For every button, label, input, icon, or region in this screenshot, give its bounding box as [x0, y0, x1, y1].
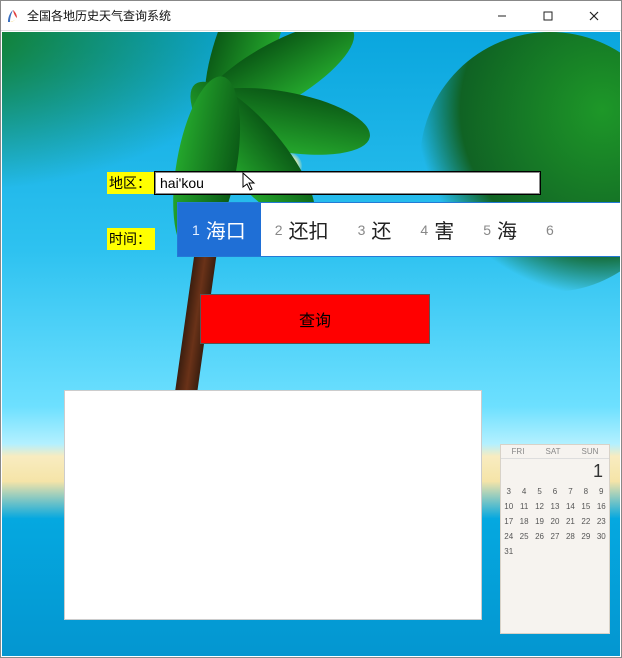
- ime-candidate-text: 海: [497, 215, 517, 244]
- calendar-dayheader: SAT: [546, 447, 561, 456]
- ime-candidate[interactable]: 5海: [469, 203, 532, 256]
- ime-candidate[interactable]: 6: [532, 203, 575, 256]
- titlebar[interactable]: 全国各地历史天气查询系统: [1, 1, 621, 31]
- calendar-bigday: 1: [501, 459, 609, 484]
- region-label: 地区：: [107, 172, 155, 194]
- region-row: 地区：: [107, 172, 540, 194]
- ime-candidate-text: 还: [371, 215, 391, 244]
- ime-candidate[interactable]: 3还: [344, 203, 407, 256]
- ime-candidate[interactable]: 1 海口: [178, 203, 261, 256]
- ime-candidate-number: 1: [192, 222, 200, 238]
- ime-candidate-bar[interactable]: 1海口2还扣3还4害5海6: [177, 202, 620, 257]
- calendar-dayheader: FRI: [512, 447, 525, 456]
- window-controls: [479, 1, 617, 31]
- time-label: 时间：: [107, 228, 155, 250]
- ime-candidate-number: 6: [546, 222, 554, 238]
- ime-candidate-text: 还扣: [289, 215, 329, 244]
- ime-candidate-text: 海口: [206, 215, 246, 244]
- ime-candidate-number: 4: [420, 222, 428, 238]
- maximize-button[interactable]: [525, 1, 571, 31]
- calendar-grid: 3456789 10111213141516 17181920212223 24…: [501, 484, 609, 559]
- query-button[interactable]: 查询: [200, 294, 430, 344]
- ime-candidate[interactable]: 4害: [406, 203, 469, 256]
- query-button-label: 查询: [299, 307, 331, 331]
- ime-candidate-text: 害: [434, 215, 454, 244]
- client-area: FRI SAT SUN 1 3456789 10111213141516 171…: [2, 32, 620, 656]
- minimize-button[interactable]: [479, 1, 525, 31]
- ime-candidate-number: 3: [358, 222, 366, 238]
- window-title: 全国各地历史天气查询系统: [27, 7, 479, 24]
- palm-fronds-decoration: [152, 42, 352, 182]
- ime-candidate-number: 5: [483, 222, 491, 238]
- app-window: 全国各地历史天气查询系统: [0, 0, 622, 658]
- app-icon: [5, 8, 21, 24]
- close-button[interactable]: [571, 1, 617, 31]
- calendar-dayheader: SUN: [582, 447, 599, 456]
- ime-candidate[interactable]: 2 还扣: [261, 203, 344, 256]
- calendar-widget: FRI SAT SUN 1 3456789 10111213141516 171…: [500, 444, 610, 634]
- region-input[interactable]: [155, 172, 540, 194]
- ime-candidate-number: 2: [275, 222, 283, 238]
- calendar-header: FRI SAT SUN: [501, 445, 609, 459]
- result-textbox[interactable]: [64, 390, 482, 620]
